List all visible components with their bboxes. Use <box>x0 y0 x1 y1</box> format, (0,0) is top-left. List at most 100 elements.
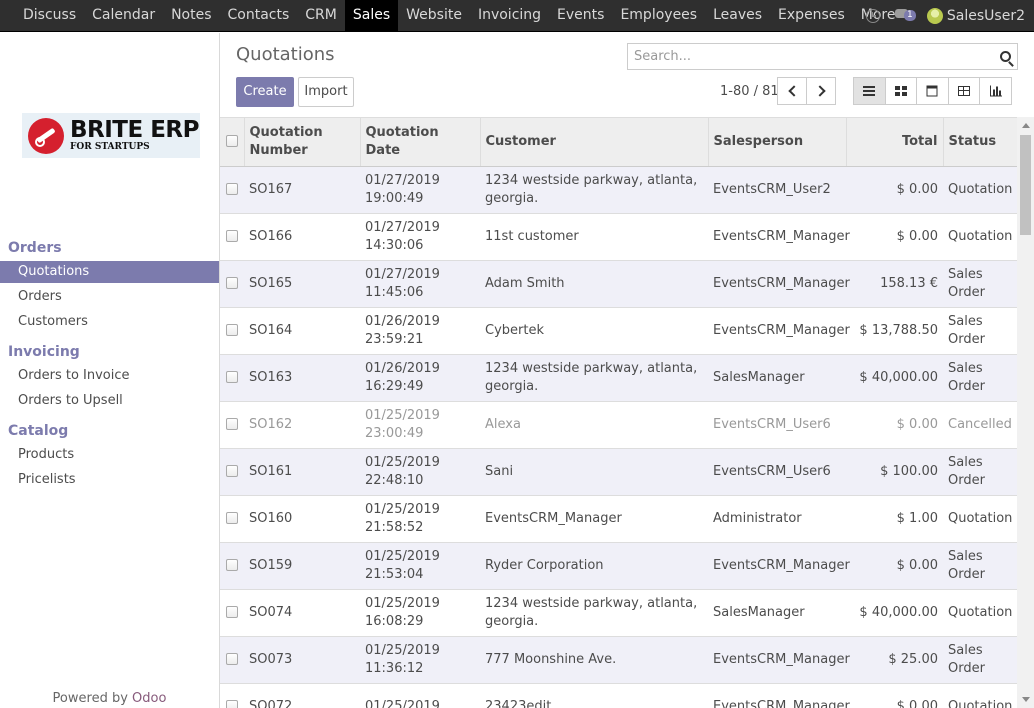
cell-customer: 1234 westside parkway, atlanta, georgia. <box>480 166 708 214</box>
column-header-number[interactable]: Quotation Number <box>244 118 361 167</box>
row-checkbox[interactable] <box>226 277 238 289</box>
table-row[interactable]: SO164 01/26/2019 23:59:21 Cybertek EventsCR… <box>220 307 1017 355</box>
sidebar-item-customers[interactable]: Customers <box>0 311 219 333</box>
cell-customer: Cybertek <box>480 307 708 355</box>
column-header-customer[interactable]: Customer <box>480 118 709 167</box>
nav-item-employees[interactable]: Employees <box>612 0 705 32</box>
search-placeholder: Search... <box>634 49 692 64</box>
row-checkbox[interactable] <box>226 653 238 665</box>
table-row[interactable]: SO159 01/25/2019 21:53:04 Ryder Corporatio… <box>220 542 1017 590</box>
scrollbar-thumb[interactable] <box>1020 135 1031 235</box>
search-input[interactable]: Search... <box>627 43 1018 70</box>
cell-salesperson: EventsCRM_Manager <box>708 683 850 708</box>
search-icon[interactable] <box>1000 51 1011 62</box>
systray: 1 SalesUser2 <box>865 0 1025 32</box>
row-checkbox[interactable] <box>226 606 238 618</box>
select-all-checkbox[interactable] <box>226 135 238 148</box>
sidebar: BRITE ERP FOR STARTUPS Orders Quotations O… <box>0 33 220 708</box>
activity-clock-icon[interactable] <box>865 9 880 23</box>
avatar[interactable] <box>926 8 943 24</box>
pager-value[interactable]: 1-80 / 81 <box>720 84 779 99</box>
cell-customer: 11st customer <box>480 213 708 261</box>
table-row[interactable]: SO162 01/25/2019 23:00:49 Alexa EventsCRM_U… <box>220 401 1017 449</box>
nav-item-contacts[interactable]: Contacts <box>220 0 298 32</box>
sidebar-item-orders[interactable]: Orders <box>0 286 219 308</box>
nav-item-leaves[interactable]: Leaves <box>705 0 770 32</box>
calendar-view-button[interactable] <box>916 77 949 105</box>
row-select-cell <box>220 307 244 355</box>
cell-status: Cancelled <box>943 401 1017 449</box>
list-view-button[interactable] <box>853 77 886 105</box>
column-header-status[interactable]: Status <box>943 118 1017 167</box>
sidebar-item-products[interactable]: Products <box>0 444 219 466</box>
nav-item-calendar[interactable]: Calendar <box>84 0 163 32</box>
cell-date: 01/27/2019 14:30:06 <box>360 213 480 261</box>
cell-status: Sales Order <box>943 542 1017 590</box>
cell-salesperson: EventsCRM_User6 <box>708 448 846 496</box>
row-checkbox[interactable] <box>226 324 238 336</box>
user-menu[interactable]: SalesUser2 <box>947 8 1025 24</box>
cell-customer: Sani <box>480 448 708 496</box>
table-row[interactable]: SO074 01/25/2019 16:08:29 1234 westside pa… <box>220 589 1017 637</box>
row-select-cell <box>220 401 244 449</box>
cell-number: SO164 <box>244 307 360 355</box>
row-checkbox[interactable] <box>226 183 238 195</box>
table-row[interactable]: SO163 01/26/2019 16:29:49 1234 westside pa… <box>220 354 1017 402</box>
row-checkbox[interactable] <box>226 465 238 477</box>
table-row[interactable]: SO166 01/27/2019 14:30:06 11st customer Eve… <box>220 213 1017 261</box>
row-select-cell <box>220 448 244 496</box>
create-button[interactable]: Create <box>236 77 294 107</box>
nav-item-expenses[interactable]: Expenses <box>770 0 853 32</box>
odoo-link[interactable]: Odoo <box>132 691 166 706</box>
select-all-cell <box>220 118 245 167</box>
pager-previous-button[interactable] <box>777 77 807 105</box>
row-checkbox[interactable] <box>226 559 238 571</box>
pager-next-button[interactable] <box>806 77 836 105</box>
table-row[interactable]: SO167 01/27/2019 19:00:49 1234 westside pa… <box>220 166 1017 214</box>
nav-item-events[interactable]: Events <box>549 0 612 32</box>
nav-item-crm[interactable]: CRM <box>297 0 345 32</box>
kanban-view-button[interactable] <box>884 77 918 105</box>
messaging-icon[interactable]: 1 <box>894 8 917 24</box>
kanban-icon <box>894 86 907 96</box>
row-checkbox[interactable] <box>226 230 238 242</box>
bar-chart-icon <box>989 85 1002 97</box>
nav-item-notes[interactable]: Notes <box>163 0 219 32</box>
column-header-date[interactable]: Quotation Date <box>360 118 481 167</box>
cell-date: 01/25/2019 <box>360 683 480 708</box>
cell-total: $ 0.00 <box>846 683 943 708</box>
cell-customer: Alexa <box>480 401 708 449</box>
row-checkbox[interactable] <box>226 700 238 708</box>
column-header-salesperson[interactable]: Salesperson <box>708 118 847 167</box>
table-row[interactable]: SO160 01/25/2019 21:58:52 EventsCRM_Manage… <box>220 495 1017 543</box>
cell-total: $ 0.00 <box>846 213 943 261</box>
table-row[interactable]: SO161 01/25/2019 22:48:10 Sani EventsCRM_Us… <box>220 448 1017 496</box>
sidebar-item-orders-to-invoice[interactable]: Orders to Invoice <box>0 365 219 387</box>
quotation-list: Quotation Number Quotation Date Customer… <box>220 117 1017 708</box>
nav-item-website[interactable]: Website <box>398 0 470 32</box>
import-button[interactable]: Import <box>298 77 354 107</box>
sidebar-item-pricelists[interactable]: Pricelists <box>0 469 219 491</box>
cell-number: SO073 <box>244 636 360 684</box>
table-row[interactable]: SO072 01/25/2019 23423edit EventsCRM_Manage… <box>220 683 1017 708</box>
list-scrollbar[interactable] <box>1017 117 1034 708</box>
sidebar-item-orders-to-upsell[interactable]: Orders to Upsell <box>0 390 219 412</box>
sidebar-item-quotations[interactable]: Quotations <box>0 261 219 283</box>
row-checkbox[interactable] <box>226 512 238 524</box>
scroll-up-icon[interactable] <box>1022 123 1030 128</box>
cell-date: 01/26/2019 23:59:21 <box>360 307 480 355</box>
row-checkbox[interactable] <box>226 371 238 383</box>
nav-item-discuss[interactable]: Discuss <box>15 0 84 32</box>
nav-item-sales[interactable]: Sales <box>344 0 399 32</box>
powered-by: Powered by Odoo <box>52 691 167 706</box>
cell-date: 01/25/2019 16:08:29 <box>360 589 480 637</box>
pivot-view-button[interactable] <box>947 77 981 105</box>
table-row[interactable]: SO165 01/27/2019 11:45:06 Adam Smith Events… <box>220 260 1017 308</box>
table-row[interactable]: SO073 01/25/2019 11:36:12 777 Moonshine Av… <box>220 636 1017 684</box>
row-checkbox[interactable] <box>226 418 238 430</box>
nav-item-invoicing[interactable]: Invoicing <box>470 0 549 32</box>
scroll-down-icon[interactable] <box>1022 697 1030 702</box>
column-header-total[interactable]: Total <box>846 118 944 167</box>
graph-view-button[interactable] <box>979 77 1012 105</box>
cell-date: 01/26/2019 16:29:49 <box>360 354 480 402</box>
